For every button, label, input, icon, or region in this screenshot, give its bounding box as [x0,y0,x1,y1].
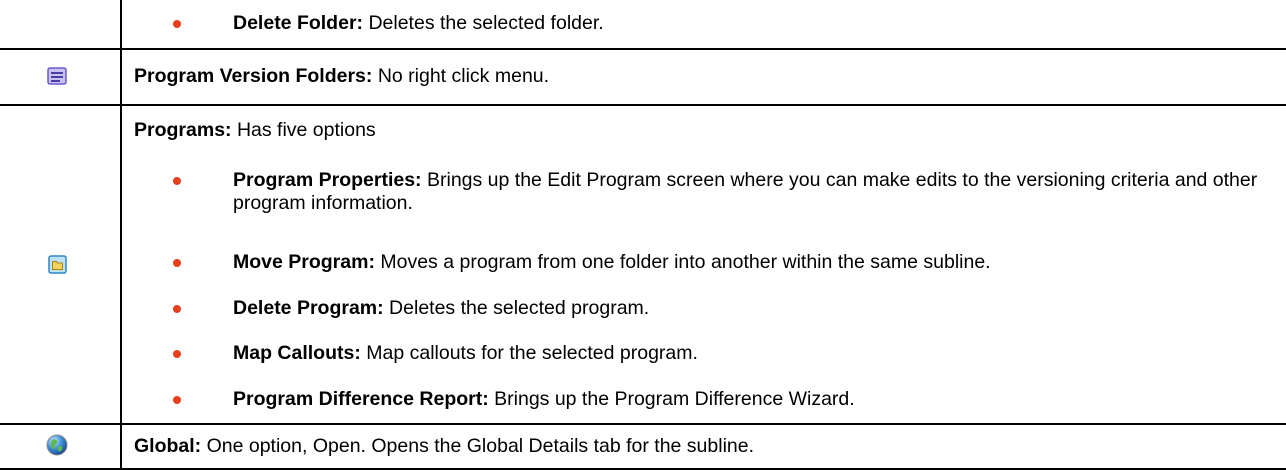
list-item: Map Callouts: Map callouts for the selec… [233,342,1274,365]
bullet-icon [173,259,181,267]
program-folder-icon [48,255,67,274]
row-text: Programs: Has five options [134,119,1276,142]
row-description: Has five options [231,119,376,141]
list-item: Program Difference Report: Brings up the… [233,388,1274,411]
item-description: Deletes the selected folder. [363,12,604,34]
item-description: Moves a program from one folder into ano… [374,251,991,273]
item-term: Delete Folder: [233,12,364,34]
row-description: One option, Open. Opens the Global Detai… [201,435,755,457]
list-item: Delete Folder: Deletes the selected fold… [233,12,1274,35]
row-text: Global: One option, Open. Opens the Glob… [134,435,1276,458]
row-description: No right click menu. [372,65,550,87]
item-term: Map Callouts: [233,342,361,364]
bullet-icon [173,396,181,404]
item-description: Deletes the selected program. [383,297,650,319]
item-term: Program Difference Report: [233,388,489,410]
document-page: Delete Folder: Deletes the selected fold… [0,0,1286,470]
list-item: Delete Program: Deletes the selected pro… [233,297,1274,320]
list-item: Program Properties: Brings up the Edit P… [233,169,1274,215]
list-folder-icon [47,67,67,85]
row-term: Programs: [134,119,232,141]
table-row: Delete Folder: Deletes the selected fold… [0,0,1286,48]
row-text: Program Version Folders: No right click … [134,65,1276,88]
item-term: Delete Program: [233,297,384,319]
item-description: Map callouts for the selected program. [360,342,698,364]
row-term: Program Version Folders: [134,65,373,87]
bullet-icon [173,20,181,28]
table-row: Program Version Folders: No right click … [0,50,1286,104]
item-term: Move Program: [233,251,375,273]
table-row: Programs: Has five options Program Prope… [0,106,1286,423]
bullet-icon [173,177,181,185]
bullet-icon [173,305,181,313]
table-row: Global: One option, Open. Opens the Glob… [0,425,1286,468]
row-term: Global: [134,435,202,457]
item-term: Program Properties: [233,169,422,191]
item-description: Brings up the Program Difference Wizard. [488,388,855,410]
globe-icon [46,434,68,456]
bullet-icon [173,350,181,358]
list-item: Move Program: Moves a program from one f… [233,251,1274,274]
